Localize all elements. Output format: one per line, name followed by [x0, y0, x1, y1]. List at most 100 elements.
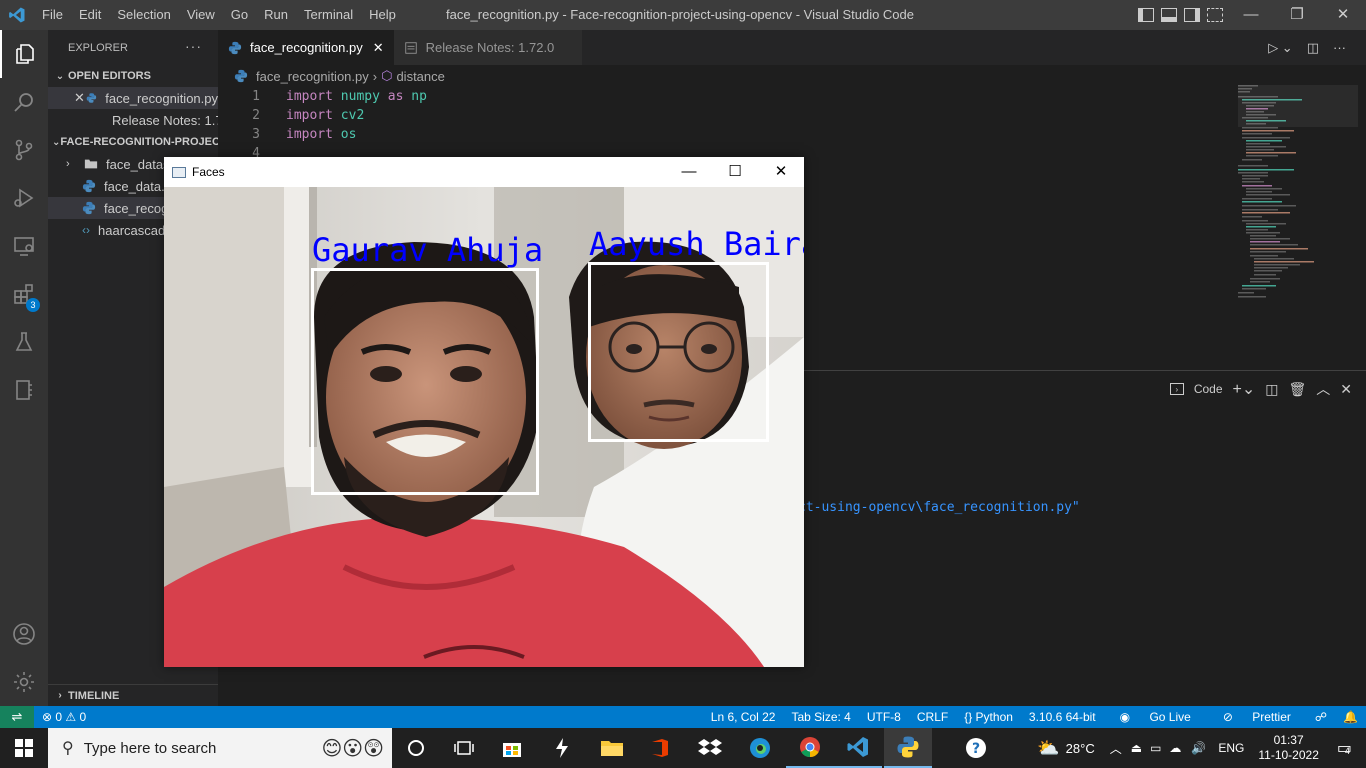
kill-terminal-icon[interactable]: 🗑 [1288, 381, 1306, 398]
notification-center-icon[interactable]: ▭ 4 [1327, 738, 1366, 758]
window-controls: — ❐ ✕ [1228, 0, 1366, 30]
breadcrumb-symbol[interactable]: distance [396, 69, 444, 84]
search-icon[interactable] [0, 78, 48, 126]
source-control-icon[interactable] [0, 126, 48, 174]
network-icon[interactable]: ☁ [1165, 741, 1185, 755]
language-mode[interactable]: {} Python [956, 706, 1021, 728]
battery-icon[interactable]: ▭ [1146, 741, 1165, 755]
code-text: import os [286, 127, 357, 142]
close-editor-icon[interactable]: ✕ [74, 90, 86, 106]
chrome-browser-icon[interactable] [786, 728, 834, 768]
show-hidden-icons[interactable]: ︿ [1105, 740, 1127, 757]
maximize-panel-icon[interactable]: ︿ [1316, 379, 1330, 399]
xml-file-icon: ‹› [82, 223, 90, 237]
editor-actions: ▷ ⌄ ◫ ··· [1268, 30, 1346, 65]
notifications-bell-icon[interactable]: 🔔 [1335, 706, 1366, 728]
volume-icon[interactable]: 🔊 [1185, 741, 1212, 755]
faces-maximize-button[interactable]: ☐ [712, 157, 758, 187]
split-terminal-icon[interactable]: ◫ [1265, 381, 1278, 398]
menu-view[interactable]: View [179, 0, 223, 30]
customize-layout-icon[interactable] [1207, 8, 1223, 22]
menu-go[interactable]: Go [223, 0, 256, 30]
line-endings[interactable]: CRLF [909, 706, 956, 728]
minimap[interactable] [1238, 85, 1358, 315]
run-debug-icon[interactable] [0, 174, 48, 222]
toggle-primary-sidebar-icon[interactable] [1138, 8, 1154, 22]
open-editor-item[interactable]: ✕ face_recognition.py [48, 87, 218, 109]
close-panel-icon[interactable]: ✕ [1340, 381, 1352, 398]
usb-icon[interactable]: ⏏ [1127, 741, 1146, 755]
clock-date: 11-10-2022 [1258, 748, 1319, 762]
tab-face-recognition[interactable]: face_recognition.py ✕ [218, 30, 394, 65]
minimize-button[interactable]: — [1228, 0, 1274, 30]
input-language[interactable]: ENG [1212, 741, 1250, 755]
camera-frame: Gaurav Ahuja Aayush Bairag [164, 187, 804, 667]
go-live-button[interactable]: ◉ Go Live [1104, 706, 1207, 728]
tab-size[interactable]: Tab Size: 4 [783, 706, 858, 728]
encoding[interactable]: UTF-8 [859, 706, 909, 728]
file-explorer-icon[interactable] [588, 728, 636, 768]
terminal-launcher-label[interactable]: Code [1194, 382, 1223, 396]
task-view-icon[interactable] [440, 728, 488, 768]
project-section[interactable]: ⌄ FACE-RECOGNITION-PROJECT-USING-OPENCV [48, 131, 218, 153]
menu-run[interactable]: Run [256, 0, 296, 30]
tab-label: face_recognition.py [250, 40, 363, 55]
faces-minimize-button[interactable]: — [666, 157, 712, 187]
remote-explorer-icon[interactable] [0, 222, 48, 270]
explorer-icon[interactable] [0, 30, 48, 78]
menu-selection[interactable]: Selection [109, 0, 178, 30]
python-interpreter[interactable]: 3.10.6 64-bit [1021, 706, 1104, 728]
prettier-button[interactable]: ⊘ Prettier [1207, 706, 1307, 728]
notebook-icon[interactable] [0, 366, 48, 414]
menu-terminal[interactable]: Terminal [296, 0, 361, 30]
new-terminal-icon[interactable]: +⌄ [1233, 379, 1256, 399]
search-highlight-icon: 😊😮😲 [321, 737, 384, 760]
run-python-file-icon[interactable]: ▷ ⌄ [1268, 40, 1293, 56]
faces-close-button[interactable]: ✕ [758, 157, 804, 187]
faces-title-bar[interactable]: Faces — ☐ ✕ [164, 157, 804, 187]
remote-indicator-icon[interactable]: ⇌ [0, 706, 34, 728]
chevron-right-icon: › [58, 690, 62, 701]
feedback-icon[interactable]: ☍ [1307, 706, 1335, 728]
restore-button[interactable]: ❐ [1274, 0, 1320, 30]
code-editor[interactable]: 1 import numpy as np 2 import cv2 3 import … [218, 87, 1366, 163]
accounts-icon[interactable] [0, 610, 48, 658]
open-editor-name: face_recognition.py [105, 90, 218, 106]
cursor-position[interactable]: Ln 6, Col 22 [703, 706, 784, 728]
edge-browser-icon[interactable] [736, 728, 784, 768]
breadcrumb-file[interactable]: face_recognition.py [256, 69, 369, 84]
open-editor-item[interactable]: Release Notes: 1.72.0 [48, 109, 218, 131]
python-taskbar-icon[interactable] [884, 728, 932, 768]
split-editor-icon[interactable]: ◫ [1307, 40, 1319, 56]
toggle-secondary-sidebar-icon[interactable] [1184, 8, 1200, 22]
tab-close-icon[interactable]: ✕ [373, 40, 384, 56]
more-actions-icon[interactable]: ··· [185, 38, 202, 54]
taskbar-search-box[interactable]: ⚲ Type here to search 😊😮😲 [48, 728, 392, 768]
project-label: FACE-RECOGNITION-PROJECT-USING-OPENCV [60, 136, 218, 148]
help-icon[interactable]: ? [952, 728, 1000, 768]
dropbox-icon[interactable] [686, 728, 734, 768]
manage-gear-icon[interactable] [0, 658, 48, 706]
toggle-panel-icon[interactable] [1161, 8, 1177, 22]
weather-temperature[interactable]: 28°C [1064, 741, 1105, 756]
clock[interactable]: 01:37 11-10-2022 [1250, 733, 1327, 763]
extensions-icon[interactable]: 3 [0, 270, 48, 318]
testing-icon[interactable] [0, 318, 48, 366]
problems-indicator[interactable]: ⊗ 0 ⚠ 0 [42, 706, 86, 728]
weather-icon[interactable]: ⛅ [1033, 738, 1063, 759]
python-file-icon [87, 93, 97, 103]
menu-edit[interactable]: Edit [71, 0, 109, 30]
menu-file[interactable]: File [34, 0, 71, 30]
lightning-app-icon[interactable] [538, 728, 586, 768]
timeline-section[interactable]: › TIMELINE [48, 684, 218, 706]
cortana-icon[interactable] [392, 728, 440, 768]
start-button[interactable] [0, 728, 48, 768]
more-actions-icon[interactable]: ··· [1333, 40, 1346, 55]
office-icon[interactable] [636, 728, 684, 768]
close-button[interactable]: ✕ [1320, 0, 1366, 30]
breadcrumb-separator-icon: › [372, 68, 378, 84]
microsoft-store-icon[interactable] [488, 728, 536, 768]
vscode-taskbar-icon[interactable] [834, 728, 882, 768]
open-editors-section[interactable]: ⌄ OPEN EDITORS [48, 65, 218, 87]
tab-release-notes[interactable]: Release Notes: 1.72.0 [393, 30, 583, 65]
